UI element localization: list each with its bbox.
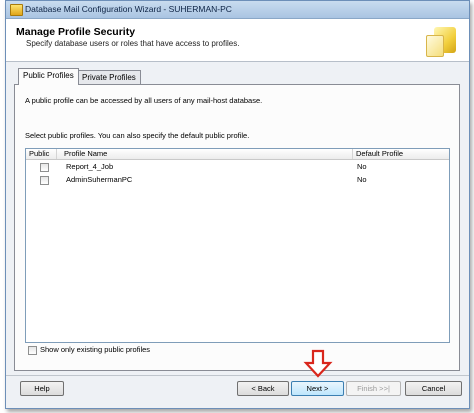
show-only-checkbox[interactable]	[28, 346, 37, 355]
public-checkbox[interactable]	[40, 176, 49, 185]
finish-button[interactable]: Finish >>|	[346, 381, 401, 396]
column-header-profile-name[interactable]: Profile Name	[64, 149, 107, 159]
table-row[interactable]: AdminSuhermanPC No	[26, 174, 449, 186]
page-subtitle: Specify database users or roles that hav…	[26, 39, 240, 48]
column-header-default-profile[interactable]: Default Profile	[356, 149, 403, 159]
tab-public-profiles[interactable]: Public Profiles	[18, 68, 79, 85]
profile-name-cell: Report_4_Job	[66, 162, 114, 171]
down-arrow-icon	[303, 349, 333, 378]
profile-name-cell: AdminSuhermanPC	[66, 175, 133, 184]
panel-description: A public profile can be accessed by all …	[25, 96, 263, 105]
default-profile-cell[interactable]: No	[357, 162, 367, 172]
table-row[interactable]: Report_4_Job No	[26, 161, 449, 173]
app-icon	[10, 4, 23, 16]
show-only-label: Show only existing public profiles	[40, 345, 151, 354]
wizard-icon	[426, 23, 462, 57]
cancel-button[interactable]: Cancel	[405, 381, 462, 396]
default-profile-cell[interactable]: No	[357, 175, 367, 185]
profiles-grid: Public Profile Name Default Profile Repo…	[25, 148, 450, 343]
page-title: Manage Profile Security	[16, 26, 136, 38]
tab-private-profiles[interactable]: Private Profiles	[77, 70, 141, 85]
next-button[interactable]: Next >	[291, 381, 344, 396]
public-checkbox[interactable]	[40, 163, 49, 172]
content-area: Public Profiles Private Profiles A publi…	[14, 67, 460, 371]
wizard-window: Database Mail Configuration Wizard - SUH…	[5, 0, 470, 409]
panel-instruction: Select public profiles. You can also spe…	[25, 131, 250, 140]
wizard-header: Manage Profile Security Specify database…	[6, 19, 469, 62]
title-bar[interactable]: Database Mail Configuration Wizard - SUH…	[6, 1, 469, 19]
footer-divider	[6, 375, 469, 376]
column-header-public[interactable]: Public	[29, 149, 49, 159]
window-title: Database Mail Configuration Wizard - SUH…	[25, 4, 232, 14]
grid-header: Public Profile Name Default Profile	[26, 149, 449, 160]
help-button[interactable]: Help	[20, 381, 64, 396]
back-button[interactable]: < Back	[237, 381, 289, 396]
tab-panel-public: A public profile can be accessed by all …	[14, 84, 460, 371]
